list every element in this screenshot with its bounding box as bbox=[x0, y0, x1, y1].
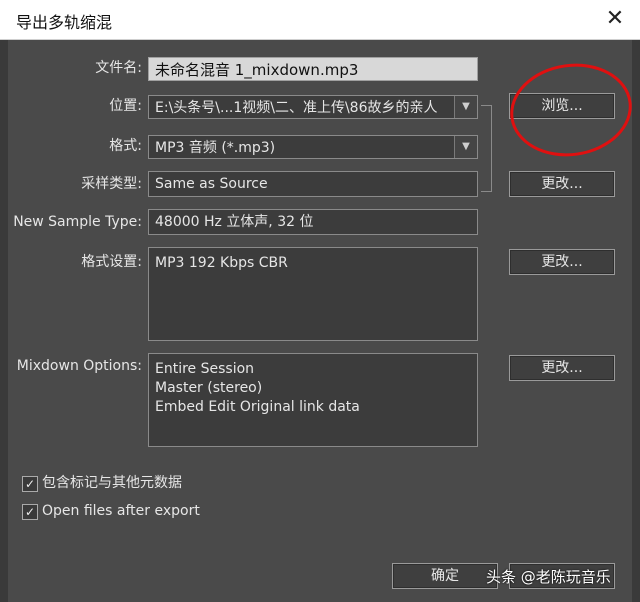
location-dropdown[interactable]: E:\头条号\...1视频\二、准上传\86故乡的亲人 ▼ bbox=[148, 95, 478, 119]
watermark: 头条 @老陈玩音乐 bbox=[486, 568, 611, 586]
dialog-title: 导出多轨缩混 bbox=[16, 13, 113, 32]
filename-input[interactable]: 未命名混音 1_mixdown.mp3 bbox=[148, 57, 478, 81]
format-settings-box: MP3 192 Kbps CBR bbox=[148, 247, 478, 341]
chevron-down-icon[interactable]: ▼ bbox=[454, 136, 477, 158]
ok-button[interactable]: 确定 bbox=[392, 563, 498, 589]
chevron-down-icon[interactable]: ▼ bbox=[454, 96, 477, 118]
format-label: 格式: bbox=[109, 138, 142, 154]
mixdown-options-change-button[interactable]: 更改... bbox=[509, 355, 615, 381]
group-bracket bbox=[481, 105, 492, 192]
checkmark-icon[interactable]: ✓ bbox=[22, 504, 38, 520]
mixdown-option-line: Master (stereo) bbox=[155, 380, 263, 396]
mixdown-options-label: Mixdown Options: bbox=[16, 358, 142, 374]
format-dropdown[interactable]: MP3 音频 (*.mp3) ▼ bbox=[148, 135, 478, 159]
sample-type-field: Same as Source bbox=[148, 171, 478, 197]
new-sample-type-field: 48000 Hz 立体声, 32 位 bbox=[148, 209, 478, 235]
location-label: 位置: bbox=[109, 98, 142, 114]
sample-type-change-button[interactable]: 更改... bbox=[509, 171, 615, 197]
checkbox-label: 包含标记与其他元数据 bbox=[42, 475, 182, 491]
title-bar: 导出多轨缩混 ✕ bbox=[0, 0, 640, 40]
mixdown-option-line: Embed Edit Original link data bbox=[155, 399, 360, 415]
mixdown-options-box: Entire Session Master (stereo) Embed Edi… bbox=[148, 353, 478, 447]
checkmark-icon[interactable]: ✓ bbox=[22, 476, 38, 492]
format-settings-change-button[interactable]: 更改... bbox=[509, 249, 615, 275]
location-value: E:\头条号\...1视频\二、准上传\86故乡的亲人 bbox=[155, 100, 438, 116]
new-sample-type-label: New Sample Type: bbox=[13, 214, 142, 230]
export-dialog: 文件名: 未命名混音 1_mixdown.mp3 位置: E:\头条号\...1… bbox=[0, 40, 640, 602]
checkbox-label: Open files after export bbox=[42, 503, 200, 519]
browse-button[interactable]: 浏览... bbox=[509, 93, 615, 119]
mixdown-option-line: Entire Session bbox=[155, 361, 255, 377]
sample-type-label: 采样类型: bbox=[81, 176, 142, 192]
format-settings-label: 格式设置: bbox=[81, 254, 142, 270]
format-value: MP3 音频 (*.mp3) bbox=[155, 140, 276, 156]
close-icon[interactable]: ✕ bbox=[600, 4, 630, 34]
filename-label: 文件名: bbox=[95, 60, 142, 76]
